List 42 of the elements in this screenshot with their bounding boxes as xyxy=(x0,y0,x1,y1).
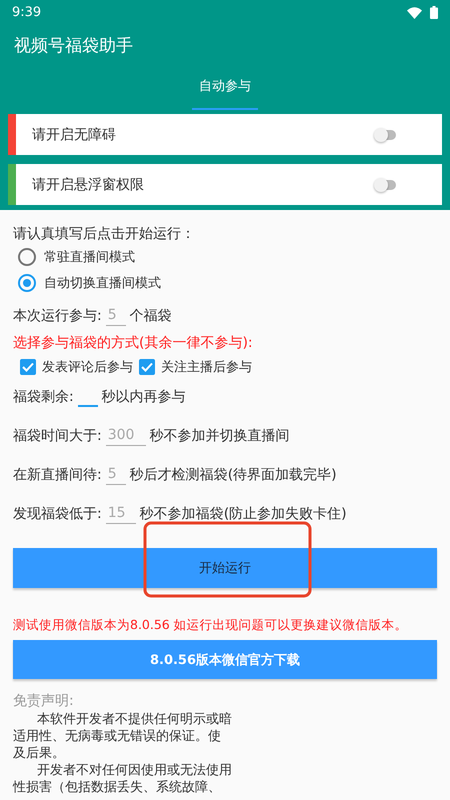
method-heading: 选择参与福袋的方式(其余一律不参与): xyxy=(13,334,254,353)
toggle-switch[interactable] xyxy=(376,130,396,140)
form-label: 发现福袋低于: xyxy=(13,505,102,523)
tab[interactable]: 自动参与 xyxy=(192,65,258,110)
input-field[interactable]: 300 xyxy=(106,426,146,446)
form-label: 秒以内再参与 xyxy=(102,388,186,406)
radio-label: 常驻直播间模式 xyxy=(44,249,135,266)
permission-label: 请开启无障碍 xyxy=(32,126,117,144)
disclaimer-text: 开发者不对任何因使用或无法使用 xyxy=(36,762,233,779)
form-label: 本次运行参与: xyxy=(13,307,102,325)
radio-button[interactable] xyxy=(18,248,36,266)
form-label: 在新直播间待: xyxy=(13,466,102,484)
input-field[interactable]: 15 xyxy=(106,504,136,524)
checkbox-label: 关注主播后参与 xyxy=(161,359,252,376)
form-label: 秒不参加福袋(防止参加失败卡住) xyxy=(140,505,347,523)
form-label: 个福袋 xyxy=(130,307,172,325)
disclaimer-text: 适用性、无病毒或无错误的保证。使 xyxy=(13,728,222,745)
disclaimer-text: 本软件开发者不提供任何明示或暗 xyxy=(36,711,233,728)
status-time: 9:39 xyxy=(12,5,42,20)
form-label: 福袋时间大于: xyxy=(13,427,102,445)
battery-icon xyxy=(430,6,438,19)
input-field[interactable]: 5 xyxy=(106,466,126,484)
disclaimer-text: 性损害（包括数据丢失、系统故障、 xyxy=(13,779,222,796)
app-title: 视频号福袋助手 xyxy=(13,35,134,58)
instruction-text: 请认真填写后点击开始运行： xyxy=(13,225,196,244)
download-button[interactable]: 8.0.56版本微信官方下载 xyxy=(13,640,437,679)
form-label: 福袋剩余: xyxy=(13,388,74,406)
toggle-switch[interactable] xyxy=(376,180,396,190)
wifi-icon xyxy=(407,6,422,18)
input-field[interactable]: 5 xyxy=(106,306,126,326)
checkbox[interactable] xyxy=(20,359,36,375)
disclaimer-heading: 免责声明: xyxy=(13,692,75,711)
radio-label: 自动切换直播间模式 xyxy=(44,275,161,292)
start-button[interactable]: 开始运行 xyxy=(13,548,437,588)
checkbox[interactable] xyxy=(139,359,155,375)
form-label: 秒不参加并切换直播间 xyxy=(150,427,290,445)
form-label: 秒后才检测福袋(待界面加载完毕) xyxy=(130,466,337,484)
version-note: 测试使用微信版本为8.0.56 如运行出现问题可以更换建议微信版本。 xyxy=(13,616,409,634)
checkbox-label: 发表评论后参与 xyxy=(42,359,133,376)
permission-label: 请开启悬浮窗权限 xyxy=(32,176,145,194)
radio-button[interactable] xyxy=(18,274,36,292)
disclaimer-text: 及后果。 xyxy=(13,745,66,762)
